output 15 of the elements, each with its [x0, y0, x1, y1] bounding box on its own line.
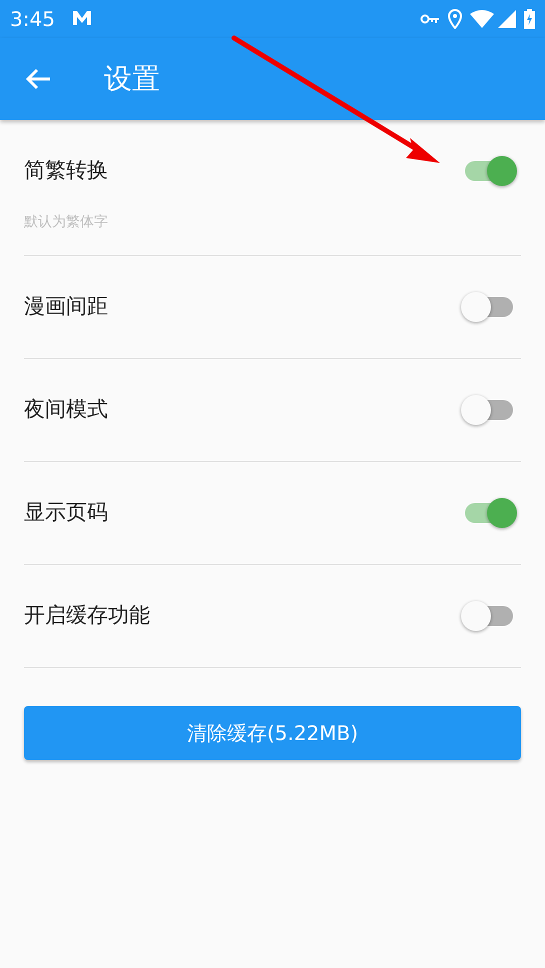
clear-cache-button[interactable]: 清除缓存(5.22MB) — [24, 706, 521, 760]
key-icon — [420, 13, 440, 25]
status-time: 3:45 — [10, 6, 55, 33]
back-arrow-icon[interactable] — [24, 67, 52, 91]
setting-label: 简繁转换 — [24, 157, 108, 184]
screen-title: 设置 — [104, 61, 160, 97]
setting-label: 漫画间距 — [24, 293, 108, 320]
setting-label: 夜间模式 — [24, 396, 108, 424]
wifi-icon — [470, 10, 494, 28]
setting-label: 显示页码 — [24, 499, 108, 526]
location-icon — [448, 9, 462, 29]
battery-icon — [524, 9, 535, 29]
setting-label: 开启缓存功能 — [24, 602, 150, 630]
setting-hint: 默认为繁体字 — [24, 213, 109, 232]
signal-icon — [498, 10, 516, 28]
